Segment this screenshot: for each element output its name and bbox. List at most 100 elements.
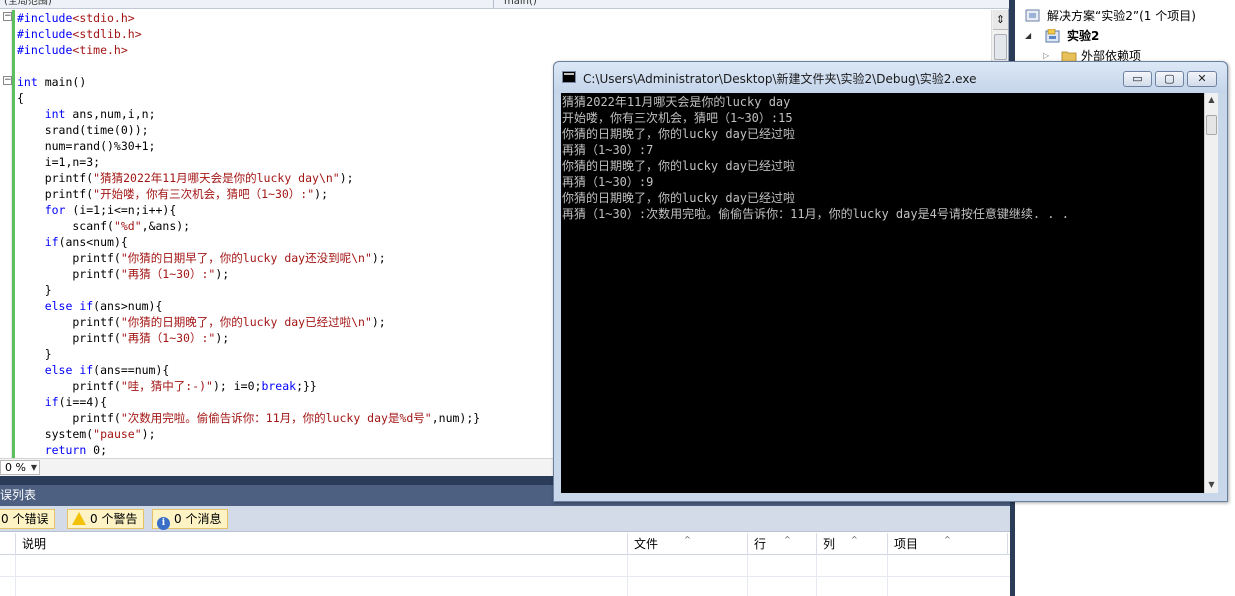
column-header-file-label: 文件 (634, 537, 659, 551)
project-label: 实验2 (1067, 29, 1100, 43)
code-token: system( (17, 427, 94, 441)
code-token: "再猜（1~30）:" (120, 331, 216, 345)
errors-filter-button[interactable]: 0 个错误 (0, 509, 56, 529)
chevron-down-icon: ▼ (30, 463, 37, 472)
code-token: i=1,n=3; (17, 155, 101, 169)
code-line: #include<stdio.h> (17, 10, 991, 26)
code-token: printf( (17, 331, 121, 345)
code-token: else if (44, 363, 94, 377)
code-token: int (17, 75, 38, 89)
code-token: ); (215, 267, 230, 281)
code-token: printf( (17, 187, 94, 201)
code-token: #include (17, 43, 73, 57)
code-token: #include (17, 27, 73, 41)
code-token: ); i=0; (212, 379, 262, 393)
console-line: 再猜（1~30）:次数用完啦。偷偷告诉你：11月，你的lucky day是4号请… (562, 207, 1069, 221)
console-app-icon[interactable] (562, 71, 576, 83)
code-token: "开始喽，你有三次机会，猜吧（1~30）:" (93, 187, 315, 201)
code-token: break (261, 379, 297, 393)
column-header-line-label: 行 (754, 537, 767, 551)
code-token: printf( (17, 379, 121, 393)
messages-filter-button[interactable]: i 0 个消息 (152, 509, 229, 530)
collapse-icon[interactable]: − (3, 76, 12, 85)
editor-navigation-bar: (全局范围) main() (0, 0, 1009, 9)
console-window[interactable]: C:\Users\Administrator\Desktop\新建文件夹\实验2… (553, 61, 1228, 502)
column-header-project[interactable]: 项目 ^ (888, 533, 1008, 555)
column-header-project-label: 项目 (894, 537, 919, 551)
column-header-icon[interactable] (0, 533, 16, 555)
code-token: } (17, 347, 52, 361)
warnings-filter-button[interactable]: 0 个警告 (67, 509, 145, 529)
code-token: int (44, 107, 66, 121)
zoom-level-dropdown[interactable]: 0 % ▼ (0, 460, 40, 475)
code-token: main() (37, 75, 87, 89)
column-header-column[interactable]: 列 ^ (817, 533, 888, 555)
code-token: (i==4){ (58, 395, 108, 409)
console-line: 再猜（1~30）:7 (562, 143, 654, 157)
code-token: <stdlib.h> (72, 27, 142, 41)
function-dropdown[interactable]: main() (496, 0, 976, 8)
code-token: "猜猜2022年11月哪天会是你的lucky day\n" (93, 171, 340, 185)
errors-count-label: 0 个错误 (1, 512, 49, 526)
code-token: scanf( (17, 219, 114, 233)
console-output-area[interactable]: 猜猜2022年11月哪天会是你的lucky day 开始喽，你有三次机会，猜吧（1… (561, 93, 1218, 493)
code-token: ,num);} (431, 411, 481, 425)
close-icon: ✕ (1197, 72, 1207, 85)
code-token: if (44, 395, 59, 409)
column-header-file[interactable]: 文件 ^ (628, 533, 748, 555)
code-token: (ans<num){ (58, 235, 128, 249)
console-vertical-scrollbar[interactable]: ▲ ▼ (1204, 93, 1218, 493)
code-token: "哇，猜中了:-)" (120, 379, 213, 393)
code-token: "你猜的日期晚了，你的lucky day已经过啦\n" (120, 315, 372, 329)
expanded-arrow-icon[interactable]: ◢ (1025, 27, 1031, 45)
table-row (0, 577, 1010, 596)
code-token: "pause" (93, 427, 142, 441)
column-header-column-label: 列 (823, 537, 836, 551)
scrollbar-thumb[interactable] (1206, 115, 1217, 135)
console-line: 猜猜2022年11月哪天会是你的lucky day (562, 95, 791, 109)
column-header-line[interactable]: 行 ^ (748, 533, 817, 555)
code-token: ,&ans); (141, 219, 191, 233)
console-titlebar[interactable]: C:\Users\Administrator\Desktop\新建文件夹\实验2… (554, 62, 1227, 93)
code-token: #include (17, 11, 73, 25)
scroll-down-arrow-icon[interactable]: ▼ (1205, 478, 1218, 492)
code-token: (ans==num){ (93, 363, 170, 377)
close-button[interactable]: ✕ (1187, 71, 1217, 87)
sort-arrow-icon: ^ (684, 535, 691, 544)
scroll-up-arrow-icon[interactable]: ▲ (1205, 93, 1218, 107)
change-tracking-bar (12, 10, 15, 458)
code-token: else if (44, 299, 94, 313)
code-token: ); (339, 171, 354, 185)
collapse-icon[interactable]: − (3, 12, 12, 21)
minimize-button[interactable]: ▭ (1123, 71, 1152, 87)
code-token: <stdio.h> (72, 11, 135, 25)
scope-dropdown[interactable]: (全局范围) (0, 0, 494, 8)
sort-arrow-icon: ^ (944, 535, 951, 544)
code-token: printf( (17, 315, 121, 329)
code-line: #include<stdlib.h> (17, 26, 991, 42)
zoom-level-value: 0 % (5, 461, 26, 474)
code-token: ); (371, 315, 386, 329)
warning-icon (72, 512, 86, 525)
code-token: "%d" (113, 219, 142, 233)
error-list-header: 说明 文件 ^ 行 ^ 列 ^ 项目 ^ (0, 533, 1010, 555)
code-token: (ans>num){ (93, 299, 163, 313)
messages-count-label: 0 个消息 (174, 512, 222, 526)
console-line: 你猜的日期晚了，你的lucky day已经过啦 (562, 159, 796, 173)
code-token: <time.h> (72, 43, 128, 57)
console-line: 开始喽，你有三次机会，猜吧（1~30）:15 (562, 111, 793, 125)
error-list-toolbar: 0 个错误 0 个警告 i 0 个消息 (0, 506, 1010, 532)
solution-label: 解决方案“实验2”(1 个项目) (1047, 9, 1196, 23)
scrollbar-thumb[interactable] (994, 34, 1007, 60)
warnings-count-label: 0 个警告 (90, 512, 138, 526)
solution-icon (1025, 9, 1040, 22)
code-token: printf( (17, 171, 94, 185)
column-header-description[interactable]: 说明 (16, 533, 628, 555)
code-token: printf( (17, 411, 121, 425)
split-handle-icon[interactable]: ⇕ (993, 10, 1008, 30)
maximize-button[interactable]: ▢ (1155, 71, 1184, 87)
